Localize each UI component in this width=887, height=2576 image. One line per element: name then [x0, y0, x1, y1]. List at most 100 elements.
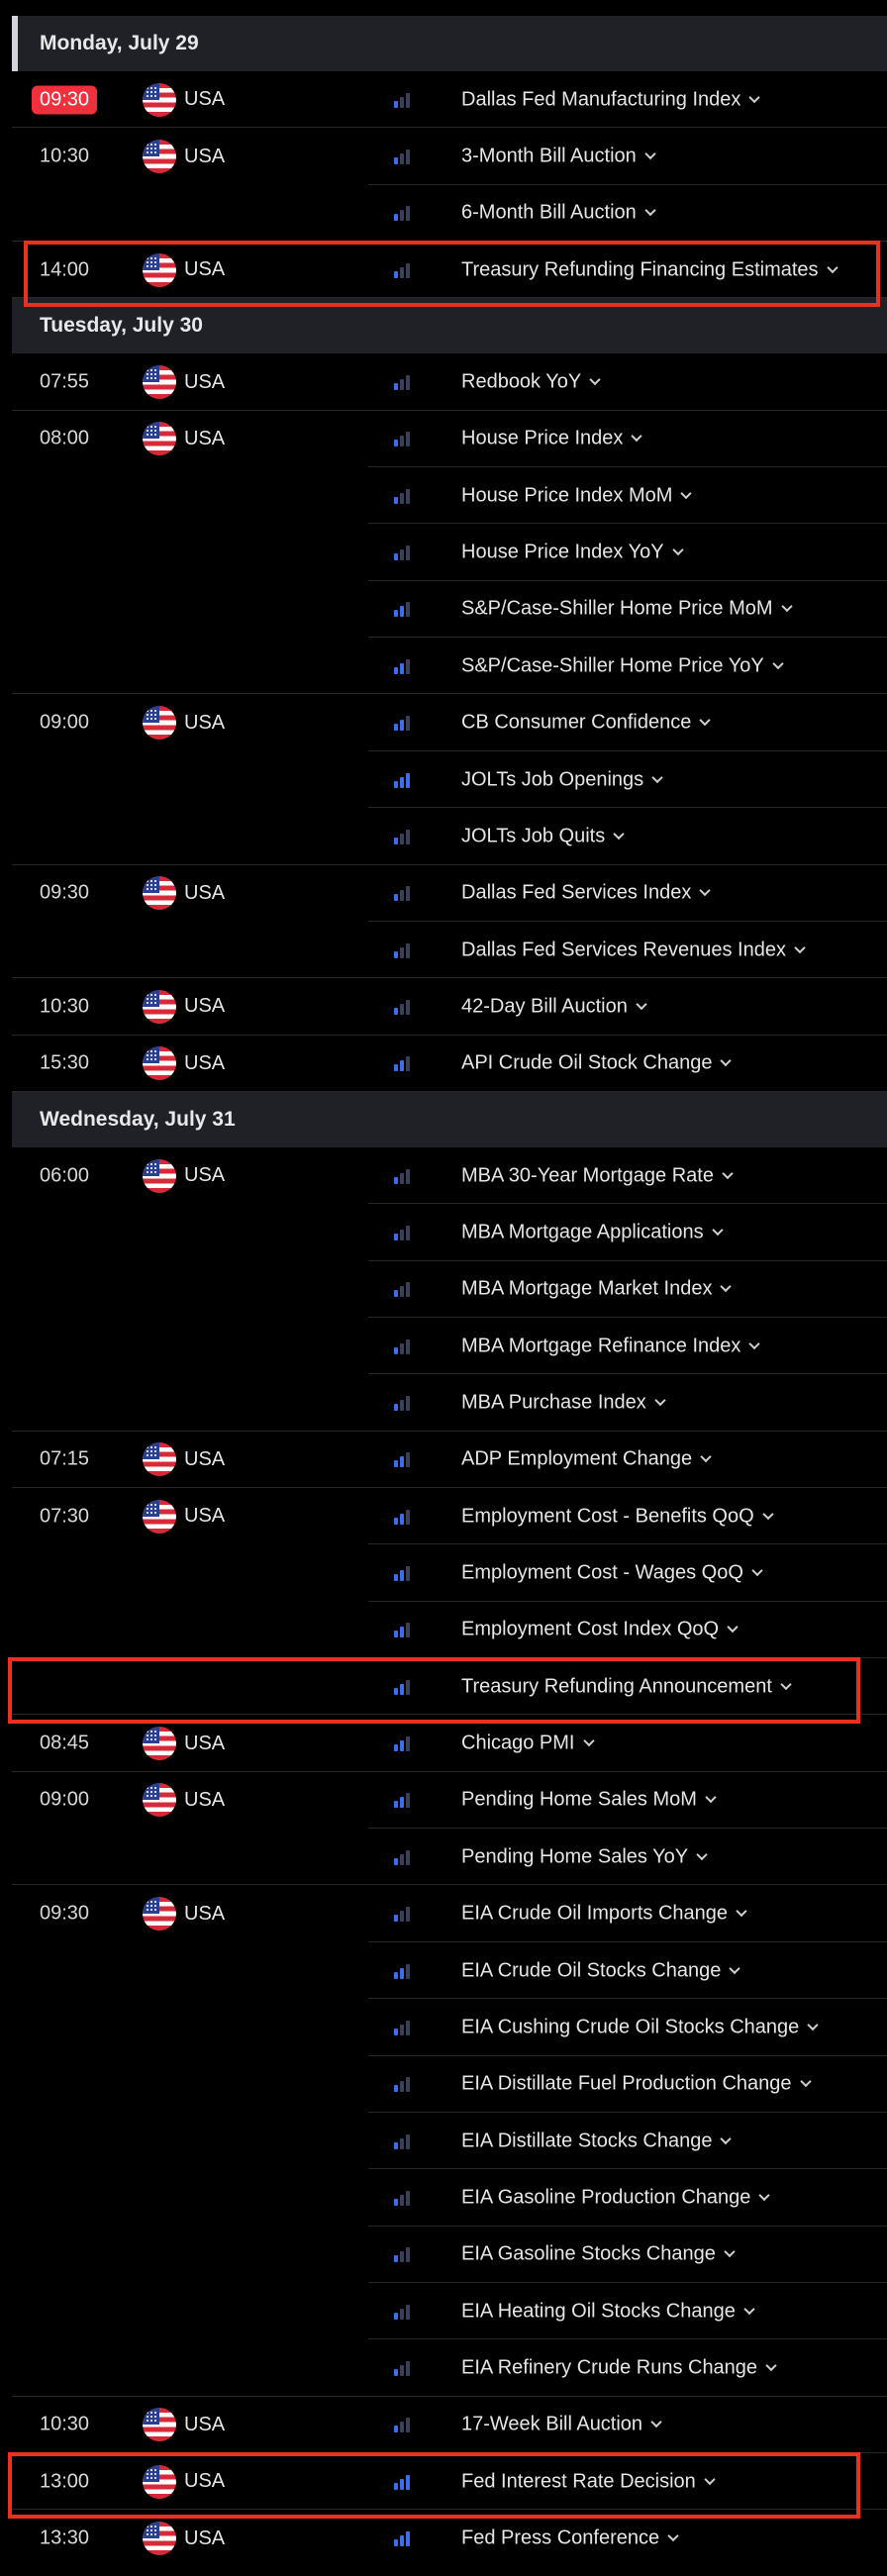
event-name[interactable]: MBA 30-Year Mortgage Rate	[461, 1164, 734, 1187]
event-name[interactable]: MBA Mortgage Market Index	[461, 1278, 733, 1301]
event-row[interactable]: 09:00 USA CB Consumer Confidence	[0, 695, 887, 751]
event-row[interactable]: EIA Gasoline Stocks Change	[0, 2227, 887, 2283]
event-name[interactable]: CB Consumer Confidence	[461, 712, 712, 735]
chevron-down-icon[interactable]	[727, 1622, 739, 1634]
event-name[interactable]: MBA Mortgage Applications	[461, 1221, 724, 1243]
chevron-down-icon[interactable]	[794, 941, 806, 953]
event-name[interactable]: Fed Press Conference	[461, 2527, 679, 2550]
event-name[interactable]: EIA Cushing Crude Oil Stocks Change	[461, 2016, 819, 2038]
chevron-down-icon[interactable]	[758, 2189, 771, 2202]
event-row[interactable]: Treasury Refunding Announcement	[0, 1658, 887, 1716]
event-row[interactable]: 09:30 USA Dallas Fed Services Index	[0, 865, 887, 922]
event-row[interactable]: 09:30 USA EIA Crude Oil Imports Change	[0, 1886, 887, 1942]
chevron-down-icon[interactable]	[729, 1962, 741, 1974]
event-name[interactable]: Dallas Fed Services Revenues Index	[461, 939, 806, 961]
event-row[interactable]: JOLTs Job Quits	[0, 808, 887, 865]
event-name[interactable]: JOLTs Job Openings	[461, 768, 663, 791]
event-row[interactable]: Employment Cost Index QoQ	[0, 1602, 887, 1659]
event-row[interactable]: 10:30 USA 3-Month Bill Auction	[0, 128, 887, 185]
chevron-down-icon[interactable]	[807, 2019, 819, 2031]
event-name[interactable]: Dallas Fed Services Index	[461, 882, 711, 905]
event-row[interactable]: 06:00 USA MBA 30-Year Mortgage Rate	[0, 1147, 887, 1205]
day-header[interactable]: Tuesday, July 30	[12, 298, 887, 354]
event-row[interactable]: 15:30 USA API Crude Oil Stock Change	[0, 1036, 887, 1092]
chevron-down-icon[interactable]	[589, 373, 601, 386]
event-row[interactable]: 6-Month Bill Auction	[0, 185, 887, 243]
event-row[interactable]: MBA Mortgage Market Index	[0, 1261, 887, 1318]
chevron-down-icon[interactable]	[699, 715, 712, 727]
chevron-down-icon[interactable]	[671, 544, 684, 556]
chevron-down-icon[interactable]	[780, 1678, 792, 1690]
event-row[interactable]: 07:30 USA Employment Cost - Benefits QoQ	[0, 1488, 887, 1545]
chevron-down-icon[interactable]	[667, 2529, 679, 2542]
event-name[interactable]: Fed Interest Rate Decision	[461, 2470, 716, 2493]
event-row[interactable]: 10:30 USA 42-Day Bill Auction	[0, 978, 887, 1036]
chevron-down-icon[interactable]	[765, 2359, 777, 2372]
chevron-down-icon[interactable]	[613, 828, 625, 841]
chevron-down-icon[interactable]	[644, 205, 656, 217]
event-name[interactable]: EIA Gasoline Production Change	[461, 2186, 771, 2209]
event-name[interactable]: Pending Home Sales MoM	[461, 1789, 717, 1812]
event-name[interactable]: Employment Cost - Benefits QoQ	[461, 1505, 774, 1528]
chevron-down-icon[interactable]	[699, 885, 711, 897]
event-name[interactable]: 42-Day Bill Auction	[461, 995, 647, 1018]
event-name[interactable]: 3-Month Bill Auction	[461, 146, 656, 168]
day-header[interactable]: Monday, July 29	[12, 16, 887, 71]
event-row[interactable]: House Price Index MoM	[0, 467, 887, 525]
chevron-down-icon[interactable]	[748, 91, 761, 103]
event-row[interactable]: JOLTs Job Openings	[0, 751, 887, 809]
chevron-down-icon[interactable]	[743, 2303, 755, 2315]
event-name[interactable]: API Crude Oil Stock Change	[461, 1052, 733, 1075]
event-name[interactable]: Treasury Refunding Financing Estimates	[461, 258, 838, 281]
chevron-down-icon[interactable]	[772, 657, 784, 669]
event-row[interactable]: S&P/Case-Shiller Home Price YoY	[0, 638, 887, 695]
chevron-down-icon[interactable]	[799, 2076, 812, 2088]
chevron-down-icon[interactable]	[711, 1224, 724, 1237]
event-name[interactable]: Employment Cost Index QoQ	[461, 1619, 739, 1641]
event-row[interactable]: EIA Distillate Fuel Production Change	[0, 2056, 887, 2113]
event-row[interactable]: 09:00 USA Pending Home Sales MoM	[0, 1772, 887, 1830]
event-row[interactable]: MBA Mortgage Refinance Index	[0, 1318, 887, 1375]
event-name[interactable]: EIA Gasoline Stocks Change	[461, 2243, 736, 2266]
chevron-down-icon[interactable]	[736, 1906, 747, 1918]
event-name[interactable]: House Price Index MoM	[461, 484, 693, 507]
event-name[interactable]: EIA Distillate Fuel Production Change	[461, 2073, 812, 2096]
event-name[interactable]: EIA Heating Oil Stocks Change	[461, 2300, 755, 2323]
event-name[interactable]: EIA Distillate Stocks Change	[461, 2130, 733, 2152]
event-row[interactable]: EIA Gasoline Production Change	[0, 2169, 887, 2227]
chevron-down-icon[interactable]	[724, 2246, 736, 2258]
event-name[interactable]: Pending Home Sales YoY	[461, 1845, 708, 1868]
event-row[interactable]: MBA Mortgage Applications	[0, 1204, 887, 1261]
day-header[interactable]: Wednesday, July 31	[12, 1091, 887, 1147]
event-row[interactable]: 07:55 USA Redbook YoY	[0, 353, 887, 411]
event-row[interactable]: House Price Index YoY	[0, 524, 887, 581]
event-row[interactable]: EIA Cushing Crude Oil Stocks Change	[0, 1999, 887, 2056]
chevron-down-icon[interactable]	[704, 2473, 716, 2485]
event-name[interactable]: EIA Refinery Crude Runs Change	[461, 2356, 777, 2379]
event-row[interactable]: 10:30 USA 17-Week Bill Auction	[0, 2397, 887, 2453]
chevron-down-icon[interactable]	[762, 1508, 774, 1520]
event-name[interactable]: House Price Index YoY	[461, 542, 684, 564]
chevron-down-icon[interactable]	[722, 1167, 734, 1179]
event-name[interactable]: Treasury Refunding Announcement	[461, 1675, 792, 1698]
event-row[interactable]: EIA Heating Oil Stocks Change	[0, 2283, 887, 2340]
event-name[interactable]: S&P/Case-Shiller Home Price YoY	[461, 654, 784, 677]
event-name[interactable]: MBA Purchase Index	[461, 1392, 666, 1415]
event-row[interactable]: 13:00 USA Fed Interest Rate Decision	[0, 2453, 887, 2511]
chevron-down-icon[interactable]	[700, 1451, 712, 1463]
chevron-down-icon[interactable]	[644, 148, 656, 160]
event-name[interactable]: Employment Cost - Wages QoQ	[461, 1562, 763, 1585]
event-row[interactable]: 13:30 USA Fed Press Conference	[0, 2510, 887, 2566]
event-name[interactable]: Chicago PMI	[461, 1733, 595, 1755]
chevron-down-icon[interactable]	[631, 431, 643, 443]
event-row[interactable]: MBA Purchase Index	[0, 1374, 887, 1432]
event-row[interactable]: EIA Crude Oil Stocks Change	[0, 1942, 887, 2000]
event-row[interactable]: 14:00 USA Treasury Refunding Financing Est…	[0, 242, 887, 299]
event-row[interactable]: 07:15 USA ADP Employment Change	[0, 1432, 887, 1489]
event-name[interactable]: EIA Crude Oil Imports Change	[461, 1903, 747, 1926]
event-name[interactable]: EIA Crude Oil Stocks Change	[461, 1959, 741, 1982]
event-row[interactable]: EIA Distillate Stocks Change	[0, 2113, 887, 2170]
chevron-down-icon[interactable]	[636, 998, 647, 1011]
chevron-down-icon[interactable]	[654, 1394, 666, 1407]
event-row[interactable]: 09:30 USA Dallas Fed Manufacturing Index	[0, 71, 887, 129]
